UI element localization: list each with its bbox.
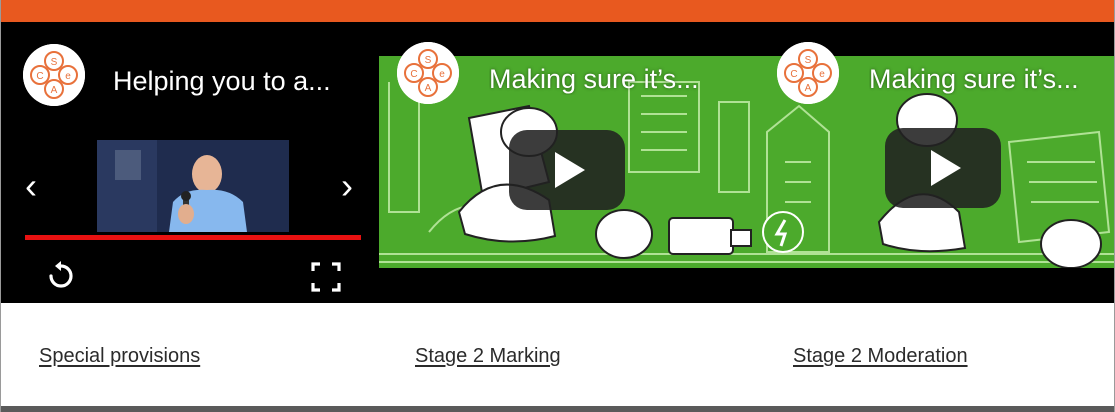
logo-letter-s: S <box>805 55 812 66</box>
csa-logo-icon: S C e A <box>23 44 85 106</box>
thumbnail-bottom-band <box>379 268 759 303</box>
logo-letter-a: A <box>805 83 812 94</box>
video-frame-speaker[interactable] <box>97 140 289 232</box>
logo-letter-e: e <box>819 69 825 80</box>
thumbnail-bottom-band <box>759 268 1114 303</box>
video-title[interactable]: Making sure it’s... <box>869 64 1109 95</box>
link-stage-2-marking[interactable]: Stage 2 Marking <box>415 345 561 368</box>
video-progress-bar[interactable] <box>25 235 361 240</box>
video-card-1[interactable]: S C e A Helping you to a... ‹ › <box>1 22 379 303</box>
play-icon[interactable] <box>509 130 625 210</box>
csa-logo-icon: S C e A <box>397 42 459 104</box>
logo-letter-e: e <box>65 71 71 82</box>
video-progress-fill <box>25 235 361 240</box>
replay-icon[interactable] <box>43 258 79 294</box>
link-special-provisions[interactable]: Special provisions <box>39 345 200 368</box>
video-links-row: Special provisions Stage 2 Marking Stage… <box>1 303 1114 406</box>
video-title[interactable]: Helping you to a... <box>113 66 365 97</box>
csa-logo-icon: S C e A <box>777 42 839 104</box>
logo-letter-c: C <box>36 71 43 82</box>
logo-letter-c: C <box>410 69 417 80</box>
logo-letter-s: S <box>51 57 58 68</box>
fullscreen-icon[interactable] <box>309 260 343 294</box>
chevron-left-icon[interactable]: ‹ <box>25 168 37 204</box>
play-icon[interactable] <box>885 128 1001 208</box>
video-title[interactable]: Making sure it’s... <box>489 64 739 95</box>
video-card-2[interactable]: S C e A Making sure it’s... <box>379 22 759 303</box>
bottom-bar <box>1 406 1114 412</box>
video-card-3[interactable]: S C e A Making sure it’s... <box>759 22 1114 303</box>
logo-letter-c: C <box>790 69 797 80</box>
logo-letter-a: A <box>425 83 432 94</box>
logo-letter-e: e <box>439 69 445 80</box>
chevron-right-icon[interactable]: › <box>341 168 353 204</box>
video-carousel: S C e A Helping you to a... ‹ › S C e A … <box>1 22 1114 303</box>
link-stage-2-moderation[interactable]: Stage 2 Moderation <box>793 345 968 368</box>
logo-letter-s: S <box>425 55 432 66</box>
logo-letter-a: A <box>51 85 58 96</box>
video-gallery-page: S C e A Helping you to a... ‹ › S C e A … <box>0 0 1115 412</box>
top-accent-bar <box>1 0 1114 22</box>
